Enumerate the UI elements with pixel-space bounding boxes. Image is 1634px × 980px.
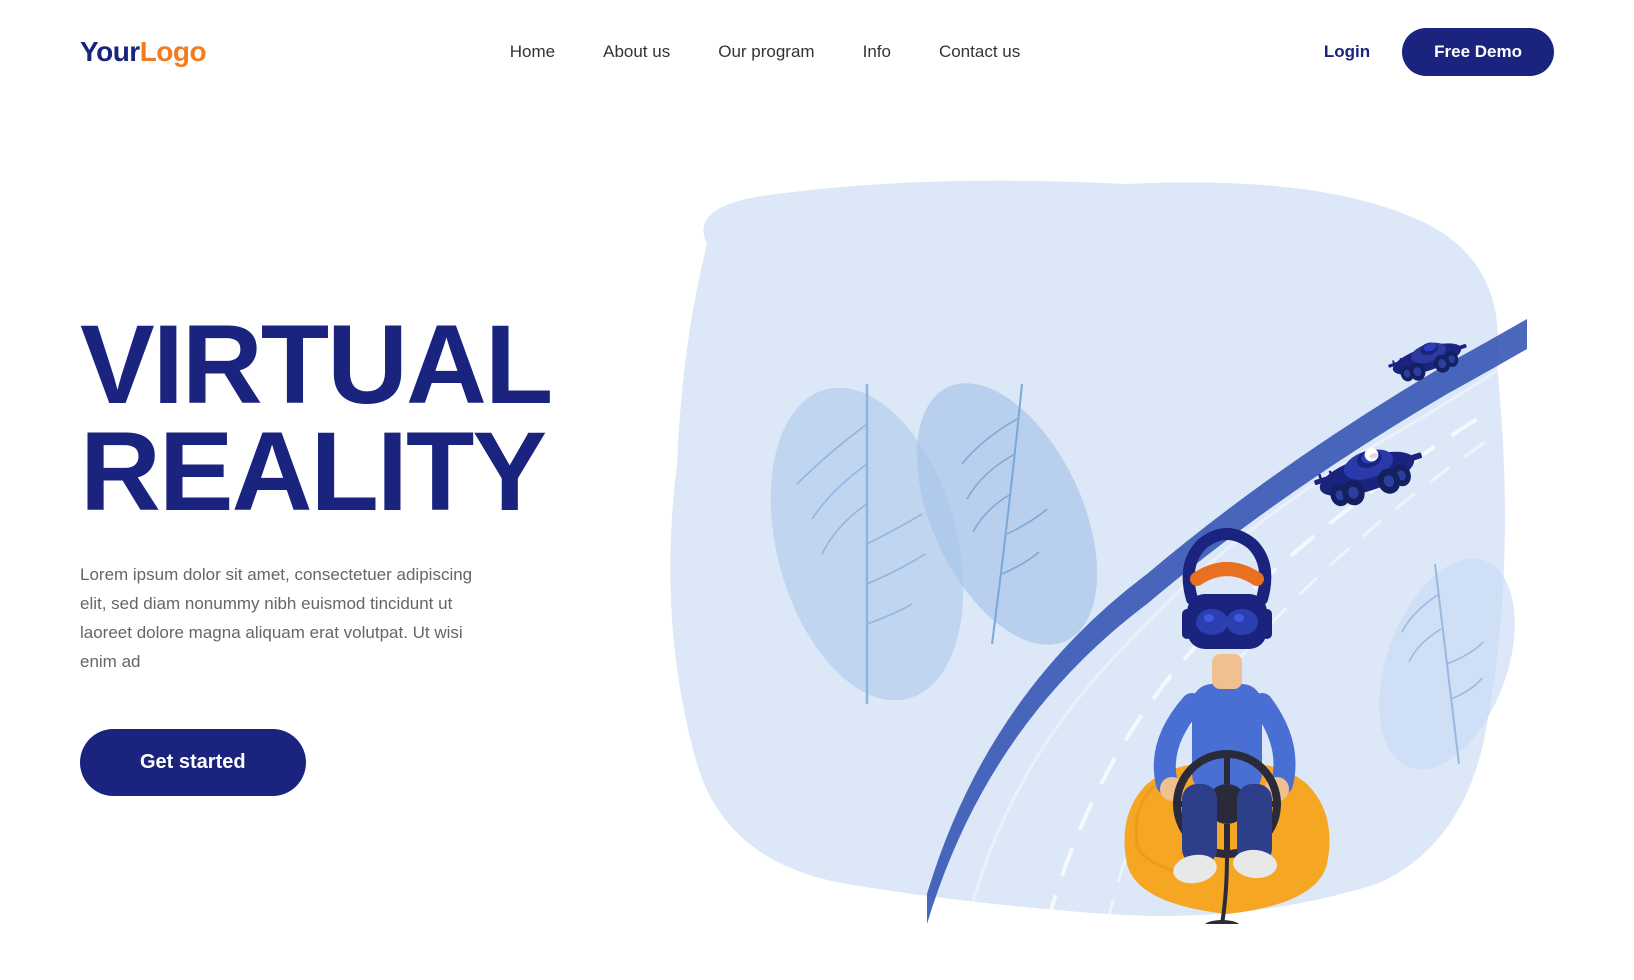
nav-actions: Login Free Demo [1324, 28, 1554, 76]
right-section [600, 124, 1554, 964]
get-started-button[interactable]: Get started [80, 729, 306, 796]
illustration-container [627, 164, 1527, 924]
vr-illustration [627, 164, 1527, 924]
hero-description: Lorem ipsum dolor sit amet, consectetuer… [80, 561, 500, 677]
hero-title-line1: VIRTUAL [80, 312, 600, 418]
nav-info[interactable]: Info [863, 42, 891, 61]
nav-links: Home About us Our program Info Contact u… [510, 42, 1020, 62]
nav-home[interactable]: Home [510, 42, 555, 61]
login-button[interactable]: Login [1324, 42, 1370, 62]
free-demo-button[interactable]: Free Demo [1402, 28, 1554, 76]
logo-your-text: Your [80, 36, 140, 67]
main-content: VIRTUAL REALITY Lorem ipsum dolor sit am… [0, 104, 1634, 964]
nav-about[interactable]: About us [603, 42, 670, 61]
logo-logo-text: Logo [140, 36, 206, 67]
hero-title: VIRTUAL REALITY [80, 312, 600, 525]
hero-title-line2: REALITY [80, 419, 600, 525]
navbar: YourLogo Home About us Our program Info … [0, 0, 1634, 104]
logo: YourLogo [80, 36, 206, 68]
left-section: VIRTUAL REALITY Lorem ipsum dolor sit am… [80, 292, 600, 795]
nav-contact[interactable]: Contact us [939, 42, 1020, 61]
nav-program[interactable]: Our program [718, 42, 814, 61]
